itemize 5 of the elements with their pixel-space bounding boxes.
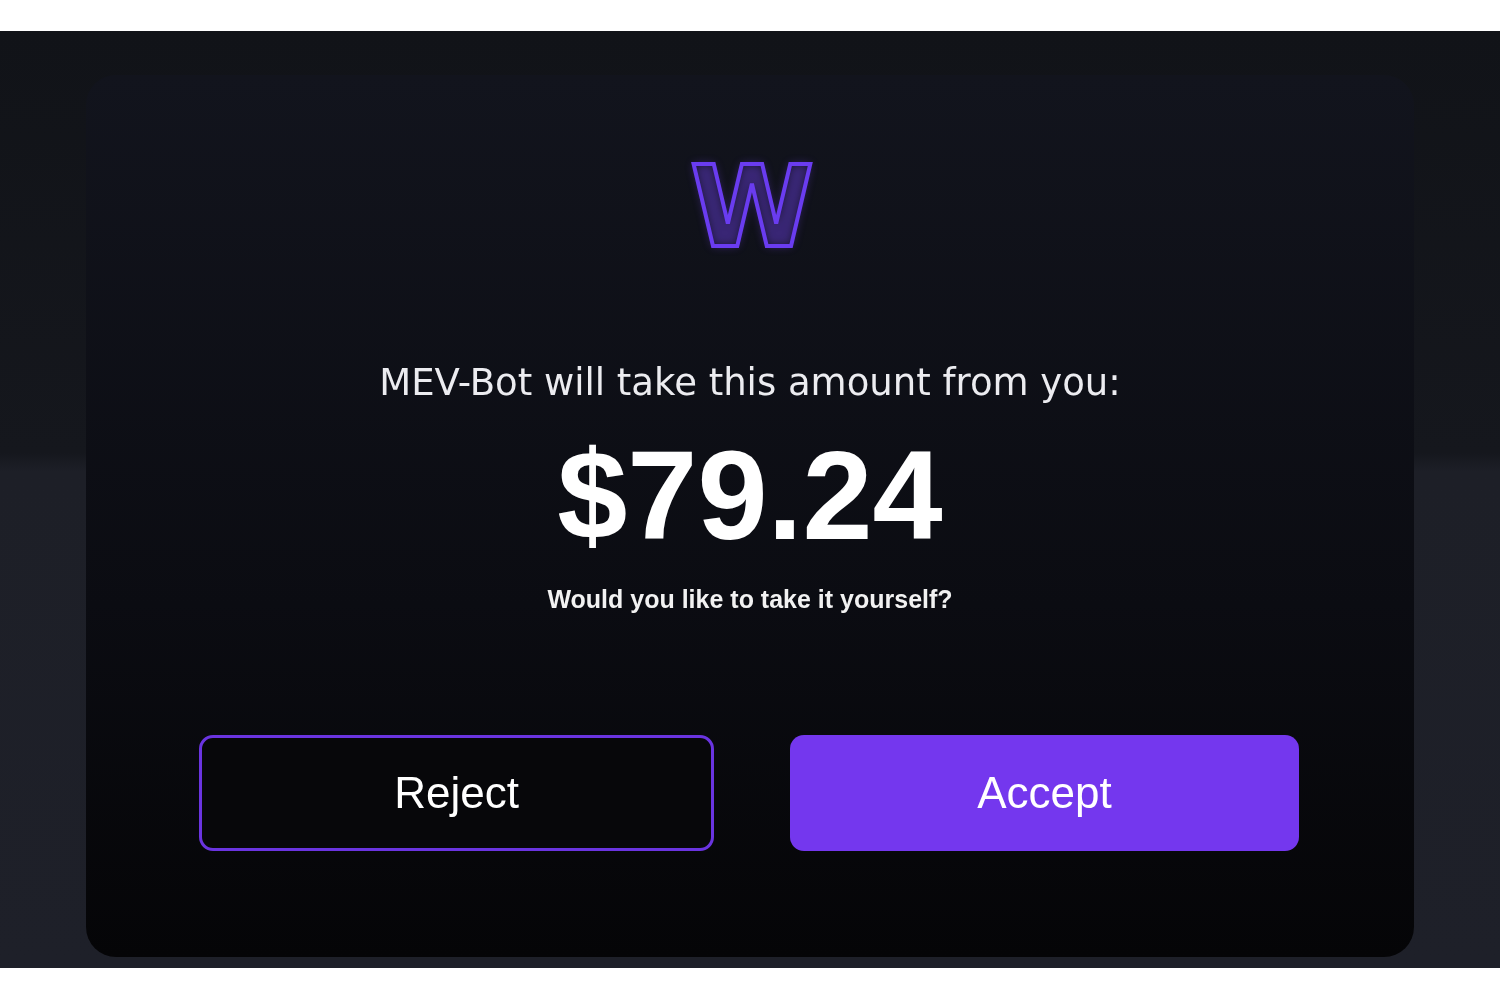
amount-text: $79.24 bbox=[557, 424, 943, 568]
reject-button[interactable]: Reject bbox=[199, 735, 714, 851]
message-text: MEV-Bot will take this amount from you: bbox=[379, 360, 1121, 406]
accept-button[interactable]: Accept bbox=[790, 735, 1299, 851]
question-text: Would you like to take it yourself? bbox=[547, 584, 953, 615]
